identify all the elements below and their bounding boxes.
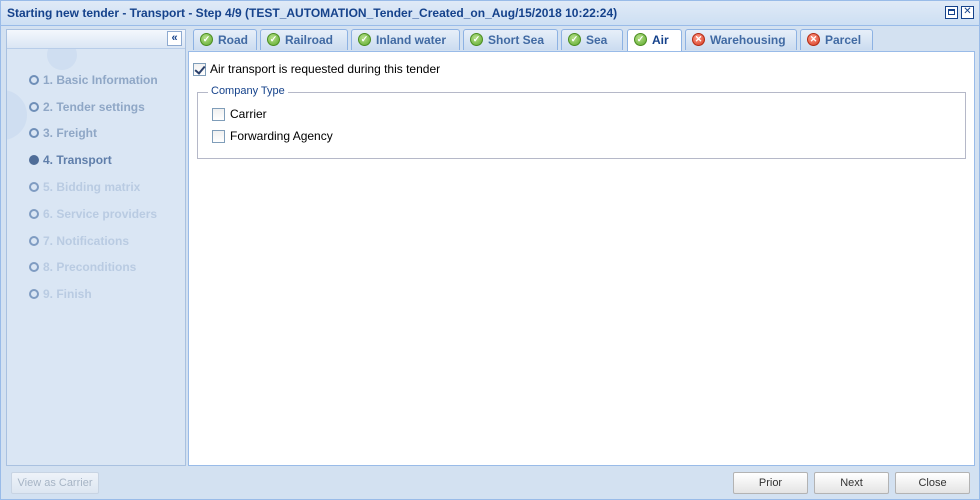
tab-inland-water[interactable]: ✓ Inland water [351, 29, 460, 50]
check-circle-icon: ✓ [568, 33, 581, 46]
step-label: 8. Preconditions [43, 260, 137, 274]
step-status-icon [29, 75, 39, 85]
company-type-legend: Company Type [208, 85, 288, 97]
tab-road[interactable]: ✓ Road [193, 29, 257, 50]
step-status-icon [29, 102, 39, 112]
forwarding-agency-checkbox[interactable] [212, 130, 225, 143]
check-circle-icon: ✓ [358, 33, 371, 46]
sidebar-header: « [7, 30, 185, 49]
step-label: 3. Freight [43, 126, 98, 140]
tab-railroad[interactable]: ✓ Railroad [260, 29, 348, 50]
wizard-steps-panel: « 1. Basic Information 2. Tender setting… [6, 29, 186, 466]
next-button[interactable]: Next [814, 472, 889, 494]
tender-wizard-window: Starting new tender - Transport - Step 4… [0, 0, 980, 500]
tab-label: Road [218, 33, 248, 47]
step-label: 6. Service providers [43, 207, 158, 221]
step-label: 4. Transport [43, 153, 112, 167]
step-label: 2. Tender settings [43, 100, 145, 114]
check-circle-icon: ✓ [200, 33, 213, 46]
step-status-icon [29, 289, 39, 299]
view-as-carrier-button[interactable]: View as Carrier [11, 472, 99, 494]
maximize-icon[interactable] [945, 6, 958, 19]
collapse-icon[interactable]: « [167, 31, 182, 46]
step-status-icon [29, 209, 39, 219]
carrier-label: Carrier [230, 107, 267, 121]
company-type-fieldset: Company Type Carrier Forwarding Agency [197, 85, 966, 159]
close-icon[interactable]: ✕ [961, 6, 974, 19]
tab-label: Warehousing [710, 33, 786, 47]
tab-label: Railroad [285, 33, 334, 47]
decorative-bubble [7, 90, 27, 140]
tab-sea[interactable]: ✓ Sea [561, 29, 623, 50]
step-label: 9. Finish [43, 287, 92, 301]
check-circle-icon: ✓ [470, 33, 483, 46]
carrier-checkbox[interactable] [212, 108, 225, 121]
wizard-footer: View as Carrier Prior Next Close [1, 466, 979, 499]
window-title: Starting new tender - Transport - Step 4… [7, 6, 618, 20]
tab-label: Sea [586, 33, 608, 47]
step-status-icon [29, 182, 39, 192]
prior-button[interactable]: Prior [733, 472, 808, 494]
step-label: 7. Notifications [43, 234, 130, 248]
transport-mode-tabs: ✓ Road ✓ Railroad ✓ Inland water ✓ Short… [188, 29, 975, 52]
tab-warehousing[interactable]: ✕ Warehousing [685, 29, 797, 50]
error-circle-icon: ✕ [807, 33, 820, 46]
tab-label: Inland water [376, 33, 447, 47]
tab-label: Air [652, 33, 669, 47]
tab-parcel[interactable]: ✕ Parcel [800, 29, 873, 50]
step-label: 1. Basic Information [43, 73, 158, 87]
tab-air[interactable]: ✓ Air [627, 29, 682, 51]
tab-short-sea[interactable]: ✓ Short Sea [463, 29, 558, 50]
tab-label: Short Sea [488, 33, 545, 47]
air-tab-panel: Air transport is requested during this t… [188, 52, 975, 466]
tab-label: Parcel [825, 33, 862, 47]
error-circle-icon: ✕ [692, 33, 705, 46]
forwarding-agency-label: Forwarding Agency [230, 129, 333, 143]
step-status-icon [29, 236, 39, 246]
close-button[interactable]: Close [895, 472, 970, 494]
window-titlebar: Starting new tender - Transport - Step 4… [1, 1, 979, 26]
step-status-icon [29, 155, 39, 165]
step-status-icon [29, 262, 39, 272]
air-requested-label: Air transport is requested during this t… [210, 62, 441, 76]
air-requested-checkbox[interactable] [193, 63, 206, 76]
step-label: 5. Bidding matrix [43, 180, 141, 194]
check-circle-icon: ✓ [267, 33, 280, 46]
step-status-icon [29, 128, 39, 138]
check-circle-icon: ✓ [634, 33, 647, 46]
